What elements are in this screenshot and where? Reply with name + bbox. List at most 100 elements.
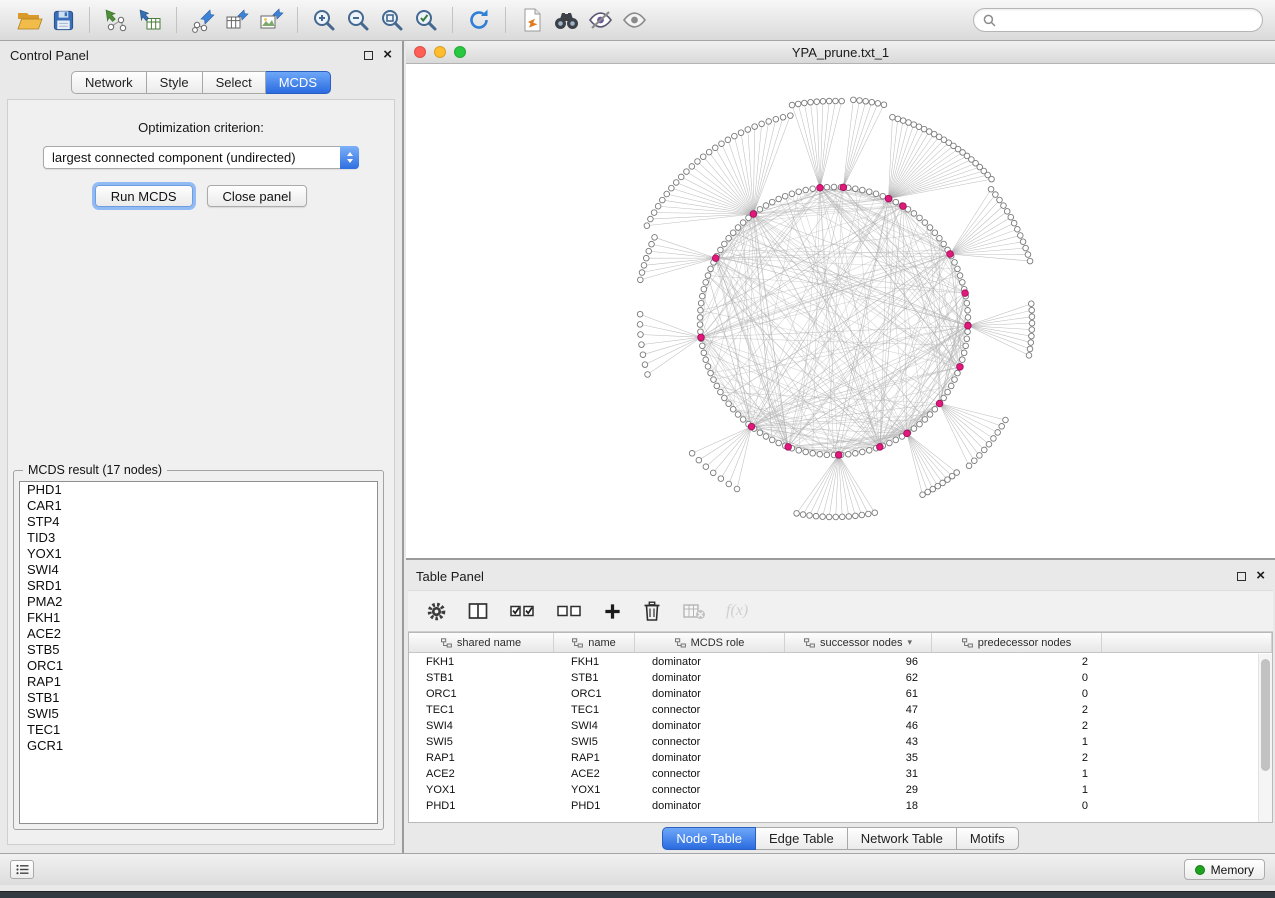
import-table-button[interactable] — [133, 4, 167, 36]
unselect-all-button[interactable] — [556, 601, 583, 621]
memory-button[interactable]: Memory — [1184, 859, 1265, 880]
show-columns-button[interactable] — [467, 601, 489, 621]
column-label: shared name — [457, 637, 521, 649]
sort-chevron-icon[interactable]: ▾ — [908, 637, 913, 648]
table-row[interactable]: TEC1TEC1connector472 — [409, 702, 1258, 718]
column-header-successor-nodes[interactable]: successor nodes▾ — [785, 633, 932, 652]
table-row[interactable]: YOX1YOX1connector291 — [409, 782, 1258, 798]
cell-name: ACE2 — [554, 768, 635, 780]
tab-node-table[interactable]: Node Table — [662, 827, 756, 850]
mcds-result-list: PHD1CAR1STP4TID3YOX1SWI4SRD1PMA2FKH1ACE2… — [19, 481, 378, 824]
table-row[interactable]: SWI5SWI5connector431 — [409, 734, 1258, 750]
minimize-window-icon[interactable] — [434, 46, 446, 58]
mcds-button-row: Run MCDS Close panel — [8, 185, 394, 207]
network-canvas[interactable] — [406, 65, 1275, 558]
add-row-button[interactable] — [603, 602, 622, 621]
column-type-icon — [441, 638, 452, 648]
zoom-in-button[interactable] — [307, 4, 341, 36]
column-header-name[interactable]: name — [554, 633, 635, 652]
mcds-result-item[interactable]: TEC1 — [20, 722, 377, 738]
column-header-predecessor-nodes[interactable]: predecessor nodes — [932, 633, 1102, 652]
mcds-result-item[interactable]: STP4 — [20, 514, 377, 530]
export-network-button[interactable] — [186, 4, 220, 36]
find-button[interactable] — [549, 4, 583, 36]
export-image-button[interactable] — [254, 4, 288, 36]
document-export-button[interactable] — [515, 4, 549, 36]
style-toggle-button[interactable] — [583, 4, 617, 36]
close-panel-button[interactable]: Close panel — [207, 185, 308, 207]
table-options-button[interactable] — [426, 601, 447, 622]
cell-shared-name: PHD1 — [409, 800, 554, 812]
mcds-result-item[interactable]: TID3 — [20, 530, 377, 546]
mcds-result-item[interactable]: YOX1 — [20, 546, 377, 562]
search-box[interactable] — [973, 8, 1263, 32]
close-window-icon[interactable] — [414, 46, 426, 58]
float-table-panel-icon[interactable] — [1237, 572, 1246, 581]
mcds-result-item[interactable]: SWI4 — [20, 562, 377, 578]
cell-shared-name: RAP1 — [409, 752, 554, 764]
cell-mcds-role: connector — [635, 784, 785, 796]
mcds-result-item[interactable]: SRD1 — [20, 578, 377, 594]
mcds-result-item[interactable]: RAP1 — [20, 674, 377, 690]
table-row[interactable]: STB1STB1dominator620 — [409, 670, 1258, 686]
cell-mcds-role: connector — [635, 768, 785, 780]
open-session-button[interactable] — [12, 4, 46, 36]
cell-name: SWI4 — [554, 720, 635, 732]
zoom-selected-button[interactable] — [409, 4, 443, 36]
export-table-button[interactable] — [220, 4, 254, 36]
table-row[interactable]: SWI4SWI4dominator462 — [409, 718, 1258, 734]
cell-mcds-role: dominator — [635, 720, 785, 732]
select-all-button[interactable] — [509, 601, 536, 621]
mcds-result-item[interactable]: ACE2 — [20, 626, 377, 642]
tab-network[interactable]: Network — [71, 71, 147, 94]
run-mcds-button[interactable]: Run MCDS — [95, 185, 193, 207]
table-row[interactable]: ACE2ACE2connector311 — [409, 766, 1258, 782]
close-table-panel-icon[interactable]: × — [1256, 571, 1265, 581]
maximize-window-icon[interactable] — [454, 46, 466, 58]
refresh-layout-button[interactable] — [462, 4, 496, 36]
zoom-fit-button[interactable] — [375, 4, 409, 36]
column-header-mcds-role[interactable]: MCDS role — [635, 633, 785, 652]
table-row[interactable]: PHD1PHD1dominator180 — [409, 798, 1258, 814]
search-input[interactable] — [1002, 13, 1253, 27]
table-row[interactable]: FKH1FKH1dominator962 — [409, 654, 1258, 670]
mcds-result-item[interactable]: GCR1 — [20, 738, 377, 754]
status-menu-button[interactable] — [10, 860, 34, 879]
tab-mcds[interactable]: MCDS — [266, 71, 331, 94]
column-type-icon — [675, 638, 686, 648]
tab-select[interactable]: Select — [203, 71, 266, 94]
column-header-shared-name[interactable]: shared name — [409, 633, 554, 652]
tab-style[interactable]: Style — [147, 71, 203, 94]
import-network-button[interactable] — [99, 4, 133, 36]
tab-network-table[interactable]: Network Table — [848, 827, 957, 850]
mcds-result-item[interactable]: ORC1 — [20, 658, 377, 674]
table-row[interactable]: ORC1ORC1dominator610 — [409, 686, 1258, 702]
cell-successor-nodes: 61 — [785, 688, 932, 700]
mcds-result-item[interactable]: STB5 — [20, 642, 377, 658]
cell-name: PHD1 — [554, 800, 635, 812]
mcds-result-item[interactable]: PHD1 — [20, 482, 377, 498]
plus-icon — [603, 602, 622, 621]
mcds-result-item[interactable]: STB1 — [20, 690, 377, 706]
criterion-dropdown[interactable]: largest connected component (undirected) — [43, 146, 359, 169]
tab-edge-table[interactable]: Edge Table — [756, 827, 848, 850]
zoom-out-button[interactable] — [341, 4, 375, 36]
save-session-button[interactable] — [46, 4, 80, 36]
mcds-result-item[interactable]: PMA2 — [20, 594, 377, 610]
tab-motifs[interactable]: Motifs — [957, 827, 1019, 850]
delete-row-button[interactable] — [642, 600, 662, 622]
mcds-result-item[interactable]: FKH1 — [20, 610, 377, 626]
mcds-result-item[interactable]: CAR1 — [20, 498, 377, 514]
toolbar-separator — [452, 7, 453, 33]
cell-name: YOX1 — [554, 784, 635, 796]
close-panel-icon[interactable]: × — [383, 50, 392, 60]
table-scrollbar[interactable] — [1258, 654, 1272, 822]
float-panel-icon[interactable] — [364, 51, 373, 60]
network-graph[interactable] — [406, 65, 1275, 558]
table-row[interactable]: RAP1RAP1dominator352 — [409, 750, 1258, 766]
mcds-result-item[interactable]: SWI5 — [20, 706, 377, 722]
scrollbar-thumb[interactable] — [1261, 659, 1270, 771]
network-view-panel: YPA_prune.txt_1 — [406, 41, 1275, 560]
show-details-button[interactable] — [617, 4, 651, 36]
table-header-row: shared name nameMCDS rolesuccessor nodes▾… — [409, 633, 1272, 653]
